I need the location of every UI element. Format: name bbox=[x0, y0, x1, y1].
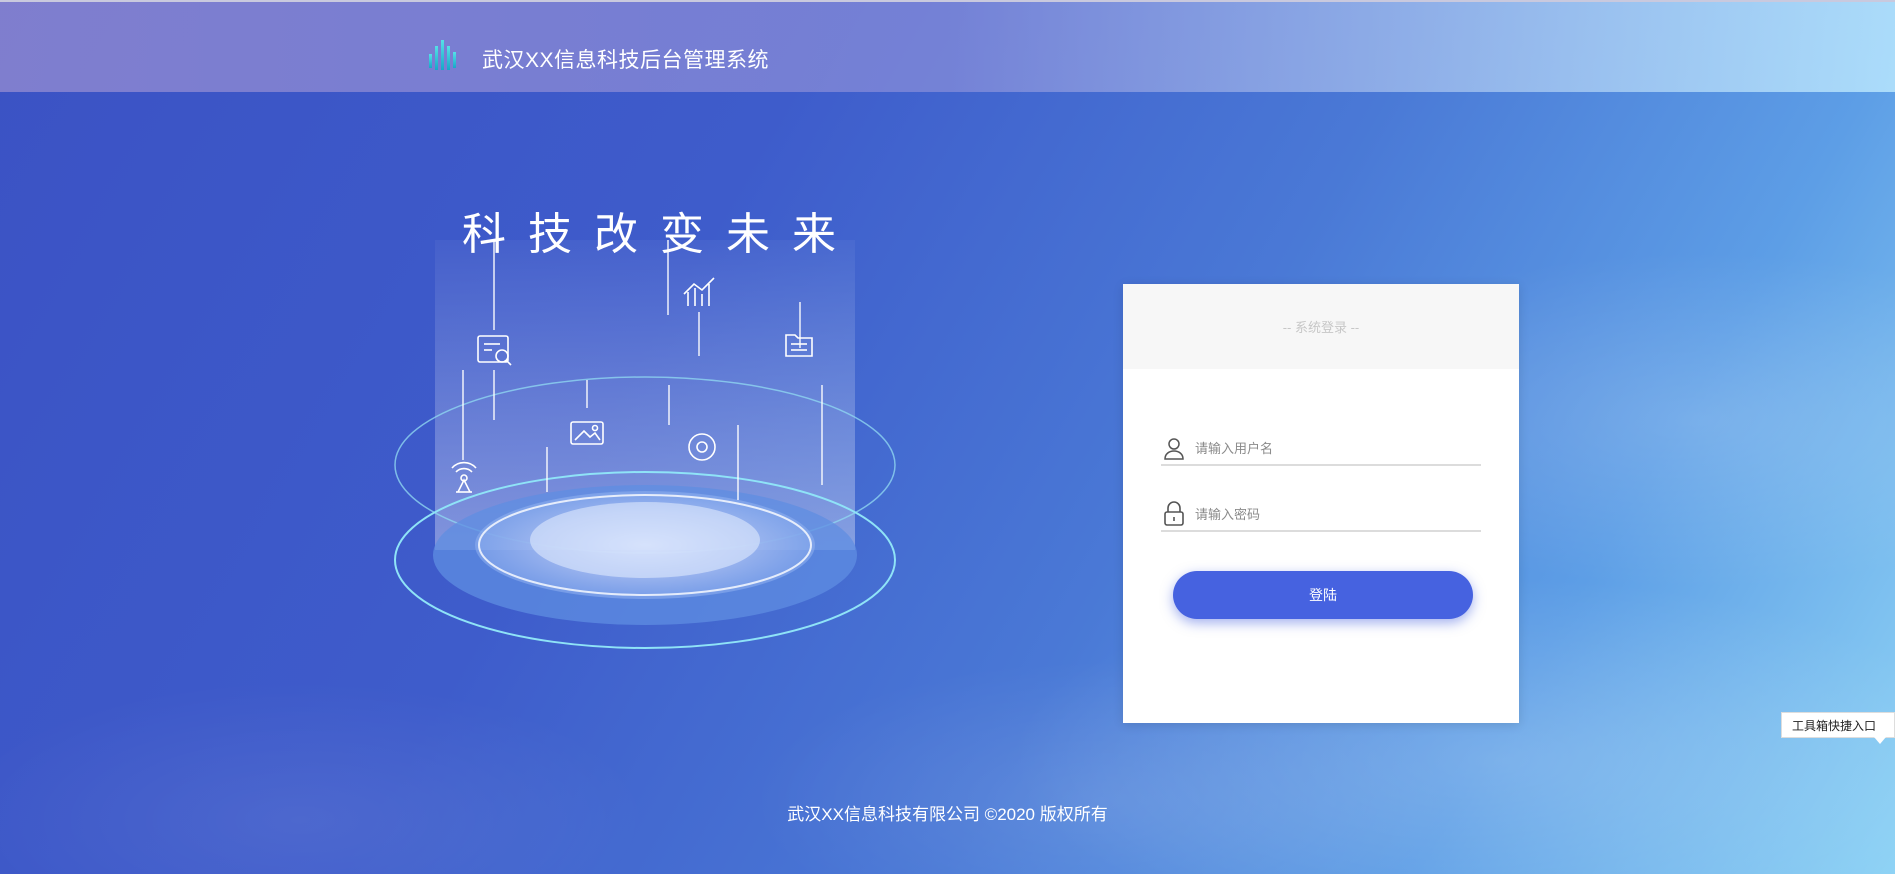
hero-illustration bbox=[394, 240, 896, 649]
user-icon bbox=[1161, 435, 1187, 461]
footer-copyright: 武汉XX信息科技有限公司 ©2020 版权所有 bbox=[787, 805, 1108, 824]
top-header: 武汉XX信息科技后台管理系统 bbox=[0, 0, 1895, 92]
login-button[interactable]: 登陆 bbox=[1173, 571, 1473, 619]
password-field bbox=[1161, 498, 1481, 532]
password-input[interactable] bbox=[1193, 499, 1481, 529]
toolbox-shortcut[interactable]: 工具箱快捷入口 bbox=[1781, 712, 1895, 744]
username-input[interactable] bbox=[1193, 433, 1481, 463]
username-field bbox=[1161, 432, 1481, 466]
bar-chart-logo-icon bbox=[429, 40, 456, 70]
background-mountains bbox=[0, 0, 1895, 874]
login-card: -- 系统登录 -- 登陆 bbox=[1123, 284, 1519, 723]
login-title: -- 系统登录 -- bbox=[1123, 284, 1519, 369]
app-title: 武汉XX信息科技后台管理系统 bbox=[482, 49, 770, 72]
lock-icon bbox=[1161, 501, 1187, 527]
